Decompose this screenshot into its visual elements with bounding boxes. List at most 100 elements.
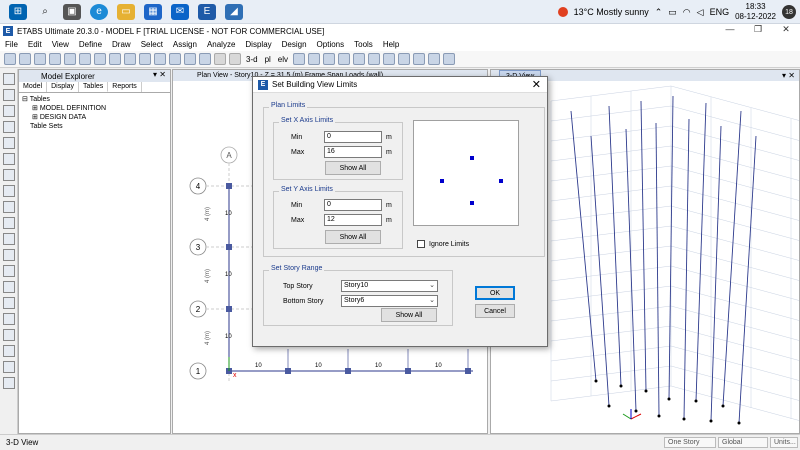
- battery-icon[interactable]: ▭: [668, 7, 677, 18]
- joint-a4[interactable]: [226, 183, 232, 189]
- zoom-window-icon[interactable]: [154, 53, 166, 65]
- pencil-icon[interactable]: [94, 53, 106, 65]
- zoom-out-icon[interactable]: [139, 53, 151, 65]
- design-icon[interactable]: [428, 53, 441, 65]
- open-icon[interactable]: [19, 53, 31, 65]
- redo-icon[interactable]: [64, 53, 76, 65]
- rotate-icon[interactable]: [293, 53, 306, 65]
- x-max-input[interactable]: 16: [324, 146, 382, 158]
- draw-load-icon[interactable]: [3, 345, 15, 357]
- edge-browser-icon[interactable]: e: [90, 3, 108, 20]
- draw-dimension-icon[interactable]: [3, 281, 15, 293]
- draw-section-cut-icon[interactable]: [3, 297, 15, 309]
- mail-icon[interactable]: ✉: [171, 3, 189, 20]
- draw-floor-icon[interactable]: [3, 185, 15, 197]
- run-analysis-icon[interactable]: [109, 53, 121, 65]
- draw-beam-icon[interactable]: [3, 137, 15, 149]
- up-arrow-icon[interactable]: [214, 53, 226, 65]
- perspective-icon[interactable]: [308, 53, 321, 65]
- joint-a3[interactable]: [226, 244, 232, 250]
- draw-wall-stack-icon[interactable]: [3, 313, 15, 325]
- draw-opening-icon[interactable]: [3, 217, 15, 229]
- draw-joint-icon[interactable]: [3, 105, 15, 117]
- search-icon[interactable]: ⌕: [36, 4, 54, 20]
- menu-tools[interactable]: Tools: [349, 40, 378, 49]
- photos-icon[interactable]: ◢: [225, 3, 243, 20]
- wifi-icon[interactable]: ◠: [683, 7, 691, 18]
- options-icon[interactable]: [443, 53, 456, 65]
- coordinate-system-select[interactable]: Global: [718, 437, 768, 448]
- zoom-fit-icon[interactable]: [169, 53, 181, 65]
- x-show-all-button[interactable]: Show All: [325, 161, 381, 175]
- draw-tendon-icon[interactable]: [3, 249, 15, 261]
- menu-edit[interactable]: Edit: [23, 40, 47, 49]
- store-icon[interactable]: ▦: [144, 3, 162, 20]
- refresh-icon[interactable]: [199, 53, 211, 65]
- undo-icon[interactable]: [49, 53, 61, 65]
- joint-d1[interactable]: [405, 368, 411, 374]
- file-explorer-icon[interactable]: ▭: [117, 3, 135, 20]
- menu-analyze[interactable]: Analyze: [202, 40, 240, 49]
- menu-select[interactable]: Select: [136, 40, 168, 49]
- y-min-input[interactable]: 0: [324, 199, 382, 211]
- save-icon[interactable]: [34, 53, 46, 65]
- view-3d-button[interactable]: 3-d: [244, 55, 260, 64]
- language-indicator[interactable]: ENG: [710, 7, 730, 17]
- expand-icon[interactable]: ⊞: [32, 114, 40, 121]
- clear-selection-icon[interactable]: [383, 53, 396, 65]
- tab-model[interactable]: Model: [19, 82, 48, 92]
- menu-draw[interactable]: Draw: [107, 40, 136, 49]
- draw-brace-icon[interactable]: [3, 169, 15, 181]
- draw-grid-icon[interactable]: [3, 265, 15, 277]
- draw-tendon-path-icon[interactable]: [3, 377, 15, 389]
- menu-display[interactable]: Display: [240, 40, 276, 49]
- tab-tables[interactable]: Tables: [79, 82, 109, 92]
- menu-file[interactable]: File: [0, 40, 23, 49]
- select-all-icon[interactable]: [353, 53, 366, 65]
- close-view-icon[interactable]: ▾ ✕: [782, 70, 795, 81]
- down-arrow-icon[interactable]: [229, 53, 241, 65]
- windows-start-icon[interactable]: ⊞: [9, 3, 27, 20]
- menu-design[interactable]: Design: [277, 40, 312, 49]
- minimize-button[interactable]: —: [716, 24, 744, 35]
- draw-area-icon[interactable]: [3, 361, 15, 373]
- ignore-limits-checkbox[interactable]: [417, 240, 425, 248]
- tree-item-design-data[interactable]: ⊞ DESIGN DATA: [22, 113, 167, 122]
- zoom-in-icon[interactable]: [124, 53, 136, 65]
- story-show-all-button[interactable]: Show All: [381, 308, 437, 322]
- menu-define[interactable]: Define: [74, 40, 107, 49]
- volume-icon[interactable]: ◁: [697, 7, 704, 18]
- y-max-input[interactable]: 12: [324, 214, 382, 226]
- joint-e1[interactable]: [465, 368, 471, 374]
- dialog-close-button[interactable]: ✕: [532, 78, 541, 91]
- column-frames[interactable]: [570, 95, 757, 424]
- draw-strip-icon[interactable]: [3, 329, 15, 341]
- units-button[interactable]: Units...: [770, 437, 798, 448]
- ok-button[interactable]: OK: [475, 286, 515, 300]
- cancel-button[interactable]: Cancel: [475, 304, 515, 318]
- draw-frame-icon[interactable]: [3, 121, 15, 133]
- draw-column-icon[interactable]: [3, 153, 15, 165]
- joint-c1[interactable]: [345, 368, 351, 374]
- view-plan-button[interactable]: pl: [263, 55, 273, 64]
- story-scope-select[interactable]: One Story: [664, 437, 716, 448]
- view-elevation-button[interactable]: elv: [276, 55, 290, 64]
- pan-icon[interactable]: [184, 53, 196, 65]
- set-display-options-icon[interactable]: [338, 53, 351, 65]
- reshape-icon[interactable]: [3, 89, 15, 101]
- joint-a2[interactable]: [226, 306, 232, 312]
- tray-chevron-icon[interactable]: ⌃: [655, 7, 663, 18]
- notification-badge[interactable]: 18: [782, 5, 796, 19]
- etabs-taskbar-icon[interactable]: E: [198, 3, 216, 20]
- lock-icon[interactable]: [79, 53, 91, 65]
- collapse-icon[interactable]: ⊟: [22, 96, 30, 103]
- draw-link-icon[interactable]: [3, 233, 15, 245]
- expand-icon[interactable]: ⊞: [32, 105, 40, 112]
- joint-b1[interactable]: [285, 368, 291, 374]
- tree-item-table-sets[interactable]: Table Sets: [22, 122, 167, 131]
- task-view-icon[interactable]: ▣: [63, 3, 81, 20]
- restore-button[interactable]: ❐: [744, 24, 772, 35]
- bottom-story-select[interactable]: Story6 ⌄: [341, 295, 438, 307]
- top-story-select[interactable]: Story10 ⌄: [341, 280, 438, 292]
- y-show-all-button[interactable]: Show All: [325, 230, 381, 244]
